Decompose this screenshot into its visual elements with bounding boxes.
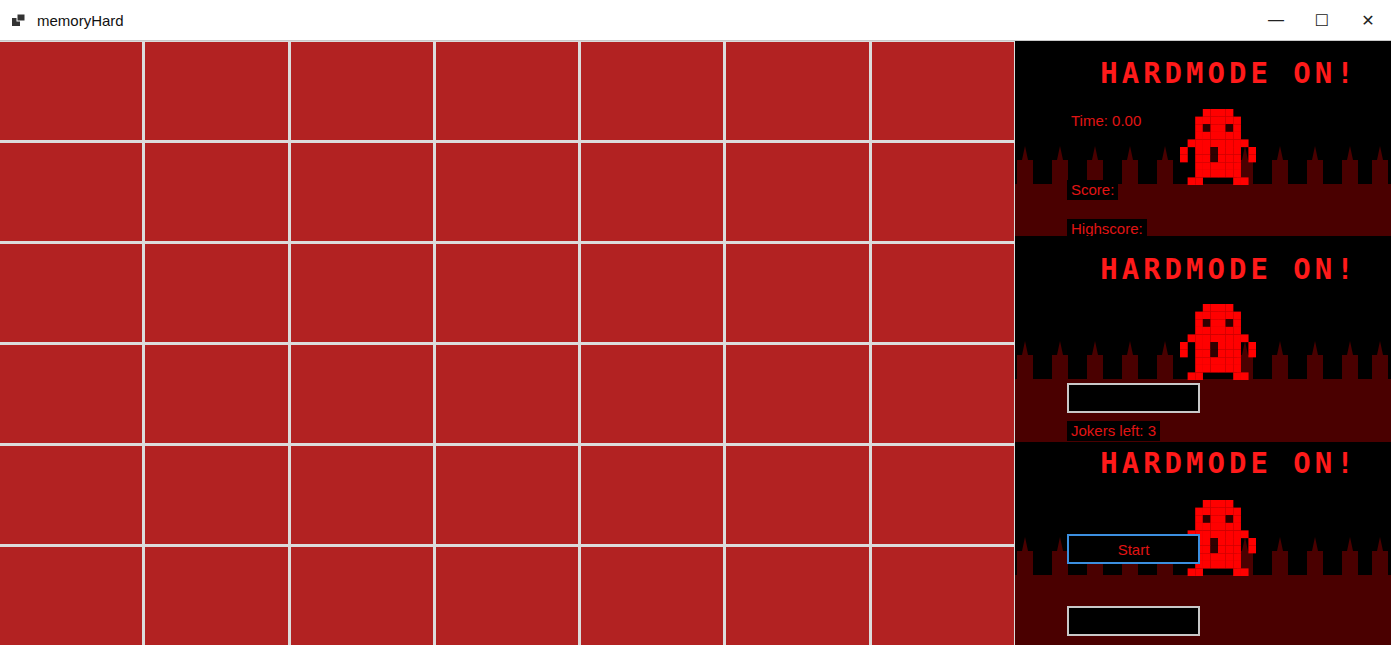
highscore-label: Highscore: xyxy=(1067,219,1147,236)
memory-card[interactable] xyxy=(291,143,433,241)
memory-card[interactable] xyxy=(436,42,578,140)
window-control[interactable]: — xyxy=(1253,0,1299,40)
memory-card[interactable] xyxy=(726,42,868,140)
memory-card[interactable] xyxy=(145,143,287,241)
memory-card[interactable] xyxy=(581,345,723,443)
memory-card[interactable] xyxy=(581,547,723,645)
joker-scene: HARDMODE ON! Jokers left: 3 xyxy=(1015,236,1391,442)
memory-card[interactable] xyxy=(436,345,578,443)
memory-card[interactable] xyxy=(145,244,287,342)
memory-card[interactable] xyxy=(581,143,723,241)
memory-card[interactable] xyxy=(291,42,433,140)
monster-icon xyxy=(1180,109,1256,185)
memory-card[interactable] xyxy=(0,143,142,241)
stats-scene: HARDMODE ON! Time: 0.00 Score: Highscore: xyxy=(1015,41,1391,236)
window-control[interactable]: ☐ xyxy=(1299,0,1345,40)
memory-card[interactable] xyxy=(0,446,142,544)
memory-card[interactable] xyxy=(726,244,868,342)
window-control[interactable]: ✕ xyxy=(1345,0,1391,40)
memory-card[interactable] xyxy=(726,446,868,544)
bottom-field[interactable] xyxy=(1067,606,1200,636)
memory-card[interactable] xyxy=(291,244,433,342)
memory-card[interactable] xyxy=(145,42,287,140)
memory-card[interactable] xyxy=(872,244,1014,342)
memory-card[interactable] xyxy=(436,446,578,544)
time-label: Time: 0.00 xyxy=(1067,111,1145,131)
memory-card[interactable] xyxy=(872,446,1014,544)
title-bar: memoryHard—☐✕ xyxy=(0,0,1391,41)
memory-card[interactable] xyxy=(726,143,868,241)
memory-card[interactable] xyxy=(0,547,142,645)
hardmode-banner: HARDMODE ON! xyxy=(1100,253,1358,285)
score-label: Score: xyxy=(1067,180,1118,200)
memory-card[interactable] xyxy=(581,244,723,342)
name-field[interactable] xyxy=(1067,383,1200,413)
memory-card[interactable] xyxy=(291,345,433,443)
hardmode-banner: HARDMODE ON! xyxy=(1100,57,1358,89)
memory-card[interactable] xyxy=(726,547,868,645)
memory-card[interactable] xyxy=(436,244,578,342)
memory-card[interactable] xyxy=(872,143,1014,241)
jokers-label: Jokers left: 3 xyxy=(1067,421,1160,441)
hardmode-banner: HARDMODE ON! xyxy=(1100,447,1358,479)
memory-card[interactable] xyxy=(436,547,578,645)
memory-card[interactable] xyxy=(872,345,1014,443)
side-panel: HARDMODE ON!Time: 0.00Score:Highscore:HA… xyxy=(1015,41,1391,645)
window: memoryHard—☐✕ HARDMODE ON! Time: 0.00 Score… xyxy=(0,0,1391,645)
start-scene: HARDMODE ON! Start xyxy=(1015,442,1391,645)
memory-card[interactable] xyxy=(145,547,287,645)
memory-card[interactable] xyxy=(872,42,1014,140)
monster-icon xyxy=(1180,304,1256,380)
start-button[interactable]: Start xyxy=(1067,534,1200,564)
memory-card[interactable] xyxy=(581,446,723,544)
memory-card[interactable] xyxy=(145,446,287,544)
memory-card[interactable] xyxy=(872,547,1014,645)
memory-card[interactable] xyxy=(726,345,868,443)
memory-card[interactable] xyxy=(581,42,723,140)
app-icon xyxy=(11,12,27,28)
memory-card[interactable] xyxy=(0,42,142,140)
memory-card[interactable] xyxy=(291,547,433,645)
memory-card[interactable] xyxy=(436,143,578,241)
memory-card[interactable] xyxy=(291,446,433,544)
memory-card[interactable] xyxy=(0,345,142,443)
window-title: memoryHard xyxy=(37,12,1253,29)
memory-card[interactable] xyxy=(145,345,287,443)
card-board xyxy=(0,41,1015,645)
memory-card[interactable] xyxy=(0,244,142,342)
